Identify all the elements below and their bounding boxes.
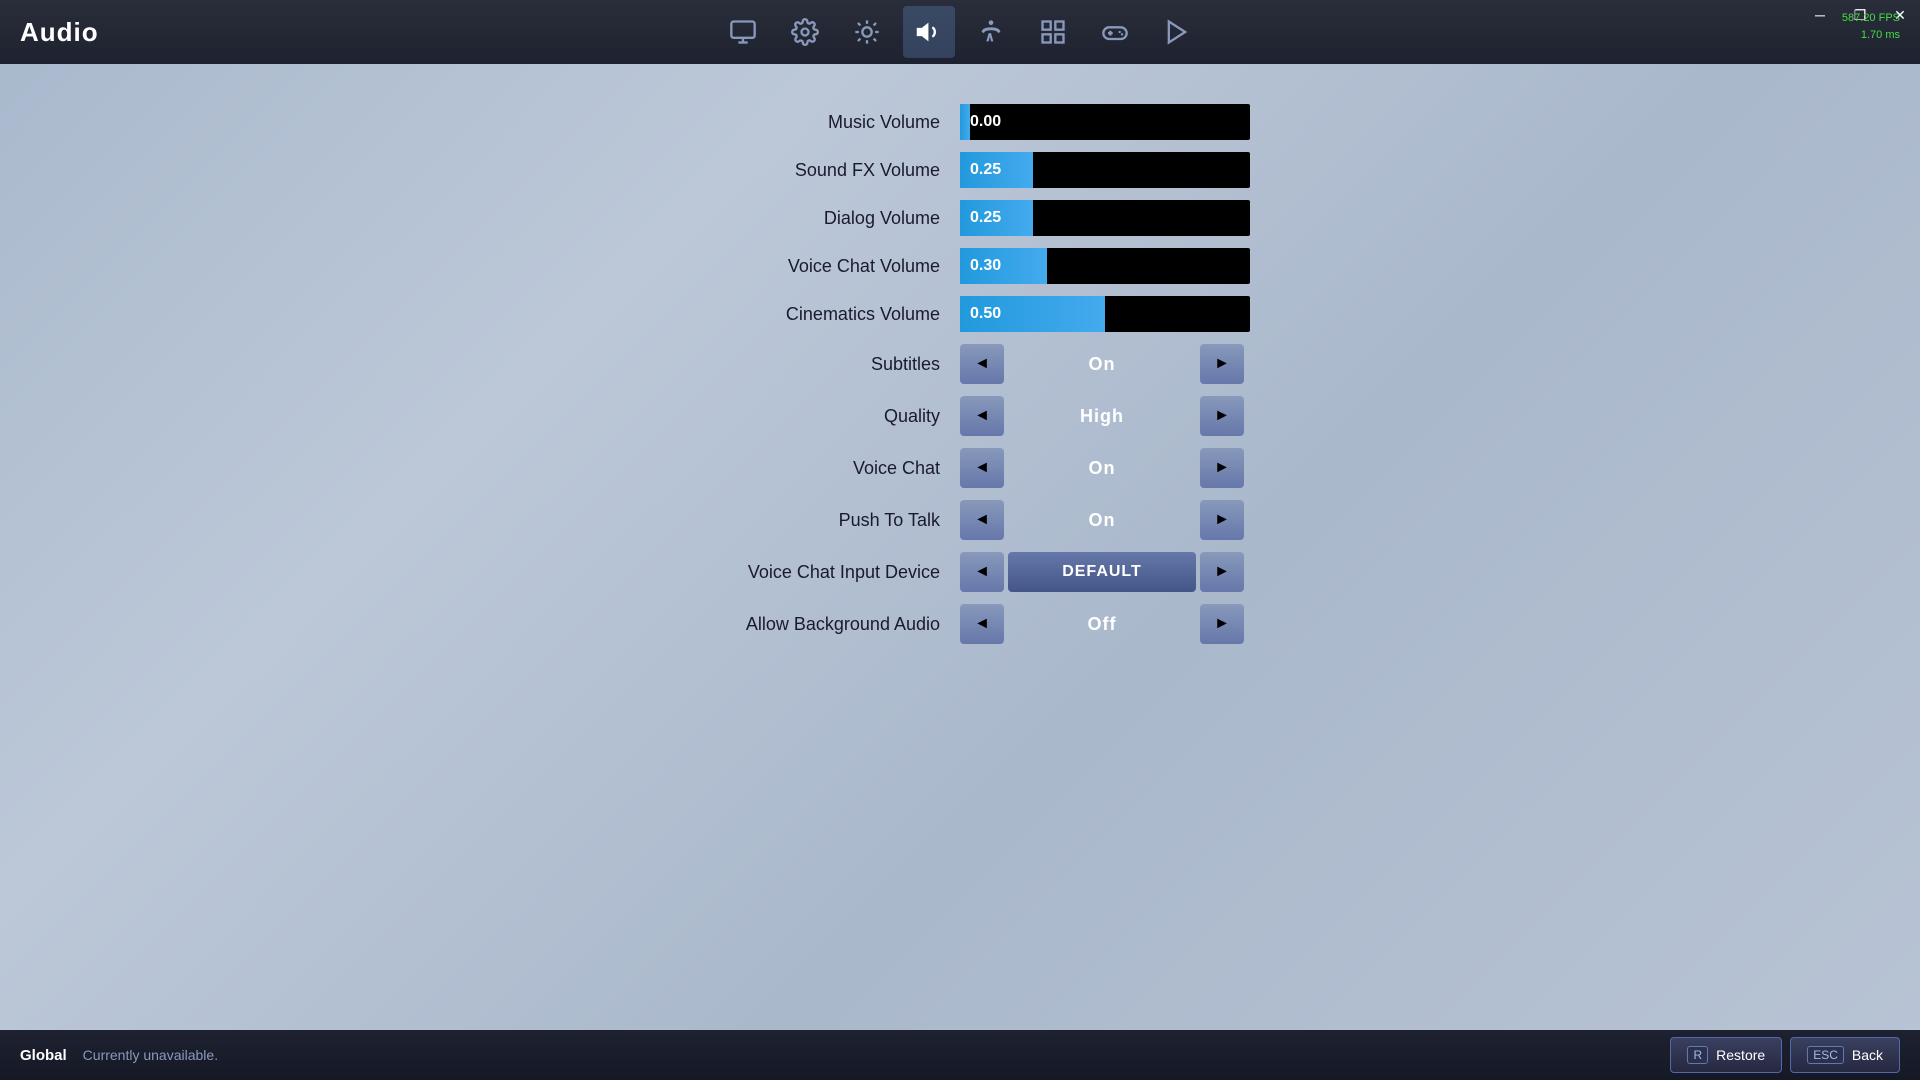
voice-chat-input-label: Voice Chat Input Device [580, 562, 960, 583]
voice-chat-volume-label: Voice Chat Volume [580, 256, 960, 277]
nav-icon-controller[interactable] [1089, 6, 1141, 58]
bottom-scope-label: Global [20, 1047, 67, 1064]
nav-icon-video[interactable] [1151, 6, 1203, 58]
restore-button-bottom[interactable]: R Restore [1670, 1037, 1782, 1073]
nav-icons [717, 6, 1203, 58]
nav-icon-layout[interactable] [1027, 6, 1079, 58]
voice-chat-input-value: DEFAULT [1008, 552, 1196, 592]
cinematics-volume-row: Cinematics Volume 0.50 [580, 296, 1340, 332]
settings-container: Music Volume 0.00 Sound FX Volume 0.25 D… [580, 104, 1340, 644]
page-title: Audio [20, 17, 99, 48]
bottom-status-text: Currently unavailable. [83, 1047, 218, 1063]
voice-chat-input-right-btn[interactable]: ► [1200, 552, 1244, 592]
music-volume-value: 0.00 [970, 113, 1001, 131]
dialog-volume-slider[interactable]: 0.25 [960, 200, 1250, 236]
quality-right-btn[interactable]: ► [1200, 396, 1244, 436]
main-content: Music Volume 0.00 Sound FX Volume 0.25 D… [0, 64, 1920, 674]
push-to-talk-label: Push To Talk [580, 510, 960, 531]
bottom-bar: Global Currently unavailable. R Restore … [0, 1030, 1920, 1080]
quality-toggle: ◄ High ► [960, 396, 1244, 436]
nav-icon-settings[interactable] [779, 6, 831, 58]
background-audio-right-btn[interactable]: ► [1200, 604, 1244, 644]
push-to-talk-value: On [1008, 500, 1196, 540]
subtitles-left-btn[interactable]: ◄ [960, 344, 1004, 384]
restore-label: Restore [1716, 1047, 1765, 1063]
nav-icon-brightness[interactable] [841, 6, 893, 58]
background-audio-label: Allow Background Audio [580, 614, 960, 635]
voice-chat-left-btn[interactable]: ◄ [960, 448, 1004, 488]
sound-fx-volume-row: Sound FX Volume 0.25 [580, 152, 1340, 188]
fps-value: 587.20 FPS [1842, 10, 1900, 27]
restore-key-badge: R [1687, 1046, 1708, 1064]
nav-icon-accessibility[interactable] [965, 6, 1017, 58]
voice-chat-volume-row: Voice Chat Volume 0.30 [580, 248, 1340, 284]
sound-fx-value: 0.25 [970, 161, 1001, 179]
voice-chat-volume-slider[interactable]: 0.30 [960, 248, 1250, 284]
quality-label: Quality [580, 406, 960, 427]
subtitles-label: Subtitles [580, 354, 960, 375]
voice-chat-input-toggle: ◄ DEFAULT ► [960, 552, 1244, 592]
quality-row: Quality ◄ High ► [580, 396, 1340, 436]
cinematics-volume-value: 0.50 [970, 305, 1001, 323]
dialog-volume-value: 0.25 [970, 209, 1001, 227]
bottom-buttons: R Restore ESC Back [1670, 1037, 1900, 1073]
subtitles-toggle: ◄ On ► [960, 344, 1244, 384]
subtitles-value: On [1008, 344, 1196, 384]
cinematics-volume-slider[interactable]: 0.50 [960, 296, 1250, 332]
subtitles-row: Subtitles ◄ On ► [580, 344, 1340, 384]
nav-icon-display[interactable] [717, 6, 769, 58]
nav-icon-audio[interactable] [903, 6, 955, 58]
cinematics-volume-label: Cinematics Volume [580, 304, 960, 325]
minimize-button[interactable]: ─ [1800, 0, 1840, 30]
voice-chat-input-left-btn[interactable]: ◄ [960, 552, 1004, 592]
background-audio-value: Off [1008, 604, 1196, 644]
dialog-volume-row: Dialog Volume 0.25 [580, 200, 1340, 236]
push-to-talk-left-btn[interactable]: ◄ [960, 500, 1004, 540]
voice-chat-label: Voice Chat [580, 458, 960, 479]
dialog-volume-label: Dialog Volume [580, 208, 960, 229]
push-to-talk-row: Push To Talk ◄ On ► [580, 500, 1340, 540]
voice-chat-input-row: Voice Chat Input Device ◄ DEFAULT ► [580, 552, 1340, 592]
subtitles-right-btn[interactable]: ► [1200, 344, 1244, 384]
quality-left-btn[interactable]: ◄ [960, 396, 1004, 436]
back-key-badge: ESC [1807, 1046, 1844, 1064]
push-to-talk-right-btn[interactable]: ► [1200, 500, 1244, 540]
music-volume-row: Music Volume 0.00 [580, 104, 1340, 140]
sound-fx-label: Sound FX Volume [580, 160, 960, 181]
back-button-bottom[interactable]: ESC Back [1790, 1037, 1900, 1073]
sound-fx-slider[interactable]: 0.25 [960, 152, 1250, 188]
fps-ms: 1.70 ms [1842, 27, 1900, 44]
music-volume-slider[interactable]: 0.00 [960, 104, 1250, 140]
background-audio-row: Allow Background Audio ◄ Off ► [580, 604, 1340, 644]
fps-counter: 587.20 FPS 1.70 ms [1842, 10, 1900, 43]
back-label: Back [1852, 1047, 1883, 1063]
voice-chat-volume-value: 0.30 [970, 257, 1001, 275]
top-bar: Audio ─ [0, 0, 1920, 64]
voice-chat-toggle: ◄ On ► [960, 448, 1244, 488]
background-audio-toggle: ◄ Off ► [960, 604, 1244, 644]
voice-chat-right-btn[interactable]: ► [1200, 448, 1244, 488]
quality-value: High [1008, 396, 1196, 436]
voice-chat-value: On [1008, 448, 1196, 488]
voice-chat-row: Voice Chat ◄ On ► [580, 448, 1340, 488]
background-audio-left-btn[interactable]: ◄ [960, 604, 1004, 644]
music-volume-label: Music Volume [580, 112, 960, 133]
push-to-talk-toggle: ◄ On ► [960, 500, 1244, 540]
